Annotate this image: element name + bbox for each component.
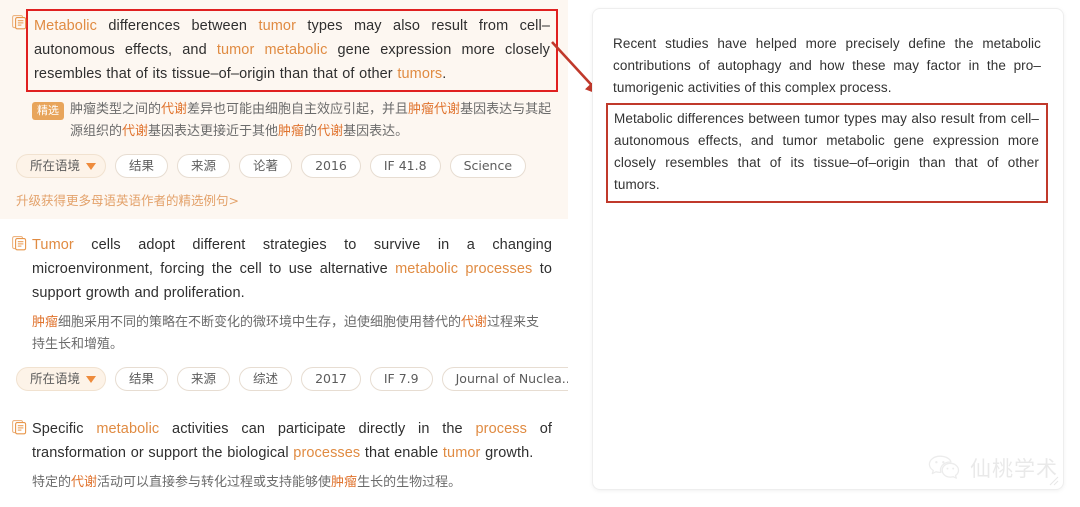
- sentence-text: 生长的生物过程。: [357, 475, 462, 490]
- pill-label: 结果: [129, 158, 155, 173]
- keyword-highlight: 代谢: [461, 315, 488, 330]
- keyword-highlight: tumors: [397, 66, 443, 82]
- keyword-highlight: metabolic processes: [395, 261, 533, 277]
- source-preview-panel[interactable]: Recent studies have helped more precisel…: [592, 8, 1064, 490]
- upgrade-link[interactable]: 升级获得更多母语英语作者的精选例句>: [16, 190, 552, 209]
- keyword-highlight: 代谢: [317, 124, 344, 139]
- chinese-translation-row: 特定的代谢活动可以直接参与转化过程或支持能够使肿瘤生长的生物过程。: [32, 472, 552, 494]
- sentence-text: 活动可以直接参与转化过程或支持能够使: [97, 475, 332, 490]
- context-filter-dropdown[interactable]: 所在语境: [16, 367, 107, 391]
- sentence-text: 的: [304, 124, 318, 139]
- sentence-text: 基因表达。: [343, 124, 409, 139]
- sentence-text: 特定的: [32, 475, 72, 490]
- pill-label: 来源: [191, 158, 217, 173]
- sentence-text: activities can participate directly in t…: [159, 421, 476, 437]
- metadata-pill[interactable]: 来源: [177, 154, 231, 178]
- pill-label: 所在语境: [30, 158, 81, 173]
- keyword-highlight: 肿瘤: [32, 315, 59, 330]
- keyword-highlight: 代谢: [122, 124, 149, 139]
- result-card[interactable]: Tumor cells adopt different strategies t…: [0, 219, 568, 401]
- keyword-highlight: metabolic: [96, 421, 160, 437]
- pill-label: 综述: [253, 371, 279, 386]
- keyword-highlight: 代谢: [161, 102, 188, 117]
- metadata-pill[interactable]: IF 41.8: [369, 154, 441, 178]
- app-screen: Metabolic differences between tumor type…: [0, 0, 1080, 507]
- chinese-translation-row: 精选 肿瘤类型之间的代谢差异也可能由细胞自主效应引起，并且肿瘤代谢基因表达与其起…: [32, 99, 552, 143]
- sentence-text: that enable: [360, 445, 443, 461]
- english-sentence: Metabolic differences between tumor type…: [26, 9, 558, 92]
- keyword-highlight: Tumor: [32, 237, 74, 253]
- preview-highlighted-paragraph: Metabolic differences between tumor type…: [606, 103, 1048, 203]
- pill-label: 2016: [315, 158, 347, 173]
- stacked-documents-icon[interactable]: [12, 236, 27, 251]
- metadata-pill-row: 所在语境 结果 来源 综述 2017 IF 7.9 Journal of Nuclea...: [16, 367, 568, 391]
- keyword-highlight: tumor: [258, 18, 297, 34]
- metadata-pill[interactable]: 论著: [239, 154, 293, 178]
- pill-label: IF 7.9: [383, 371, 419, 386]
- keyword-highlight: tumor: [442, 445, 481, 461]
- watermark: 仙桃学术: [928, 453, 1058, 483]
- keyword-highlight: processes: [293, 445, 361, 461]
- sentence-text: growth.: [480, 445, 534, 461]
- keyword-highlight: 肿瘤代谢: [408, 102, 461, 117]
- metadata-pill[interactable]: 综述: [239, 367, 293, 391]
- pill-label: 结果: [129, 371, 155, 386]
- stacked-documents-icon[interactable]: [12, 15, 27, 30]
- pill-label: Science: [463, 158, 513, 173]
- sentence-text: 肿瘤类型之间的: [70, 102, 162, 117]
- metadata-pill[interactable]: 2017: [301, 367, 361, 391]
- preview-paragraph: Recent studies have helped more precisel…: [613, 36, 1041, 95]
- chinese-sentence: 特定的代谢活动可以直接参与转化过程或支持能够使肿瘤生长的生物过程。: [32, 472, 552, 494]
- sentence-text: .: [442, 66, 447, 82]
- watermark-text: 仙桃学术: [970, 457, 1058, 481]
- pill-label: Journal of Nuclea...: [455, 371, 568, 386]
- sentence-text: differences between: [96, 18, 259, 34]
- english-sentence: Specific metabolic activities can partic…: [32, 417, 552, 465]
- sentence-text: Specific: [32, 421, 97, 437]
- keyword-highlight: process: [475, 421, 527, 437]
- sentence-text: 差异也可能由细胞自主效应引起，并且: [187, 102, 409, 117]
- pill-label: 论著: [253, 158, 279, 173]
- stacked-documents-icon[interactable]: [12, 420, 27, 435]
- metadata-pill-row: 所在语境 结果 来源 论著 2016 IF 41.8 Science: [16, 154, 552, 178]
- metadata-pill[interactable]: 结果: [115, 154, 169, 178]
- chinese-translation-row: 肿瘤细胞采用不同的策略在不断变化的微环境中生存，迫使细胞使用替代的代谢过程来支持…: [32, 312, 552, 356]
- metadata-pill[interactable]: Journal of Nuclea...: [441, 367, 568, 391]
- result-card[interactable]: Metabolic differences between tumor type…: [0, 0, 568, 219]
- metadata-pill[interactable]: 结果: [115, 367, 169, 391]
- results-list: Metabolic differences between tumor type…: [0, 0, 568, 507]
- chinese-sentence: 肿瘤细胞采用不同的策略在不断变化的微环境中生存，迫使细胞使用替代的代谢过程来支持…: [32, 312, 552, 356]
- result-card[interactable]: Specific metabolic activities can partic…: [0, 401, 568, 504]
- keyword-highlight: tumor metabolic: [216, 42, 328, 58]
- keyword-highlight: 肿瘤: [278, 124, 305, 139]
- pill-label: 2017: [315, 371, 347, 386]
- pill-label: 来源: [191, 371, 217, 386]
- chevron-down-icon: [86, 162, 97, 170]
- keyword-highlight: 肿瘤: [331, 475, 358, 490]
- keyword-highlight: 代谢: [71, 475, 98, 490]
- wechat-icon: [928, 455, 960, 479]
- featured-badge: 精选: [32, 102, 64, 120]
- metadata-pill[interactable]: IF 7.9: [369, 367, 433, 391]
- metadata-pill[interactable]: 来源: [177, 367, 231, 391]
- chevron-down-icon: [86, 375, 97, 383]
- metadata-pill[interactable]: 2016: [301, 154, 361, 178]
- sentence-text: 细胞采用不同的策略在不断变化的微环境中生存，迫使细胞使用替代的: [58, 315, 462, 330]
- metadata-pill[interactable]: Science: [449, 154, 527, 178]
- keyword-highlight: Metabolic: [34, 18, 97, 34]
- context-filter-dropdown[interactable]: 所在语境: [16, 154, 107, 178]
- chinese-sentence: 肿瘤类型之间的代谢差异也可能由细胞自主效应引起，并且肿瘤代谢基因表达与其起源组织…: [70, 99, 552, 143]
- pill-label: IF 41.8: [383, 158, 427, 173]
- english-sentence: Tumor cells adopt different strategies t…: [32, 233, 552, 305]
- sentence-text: 基因表达更接近于其他: [148, 124, 279, 139]
- pill-label: 所在语境: [30, 371, 81, 386]
